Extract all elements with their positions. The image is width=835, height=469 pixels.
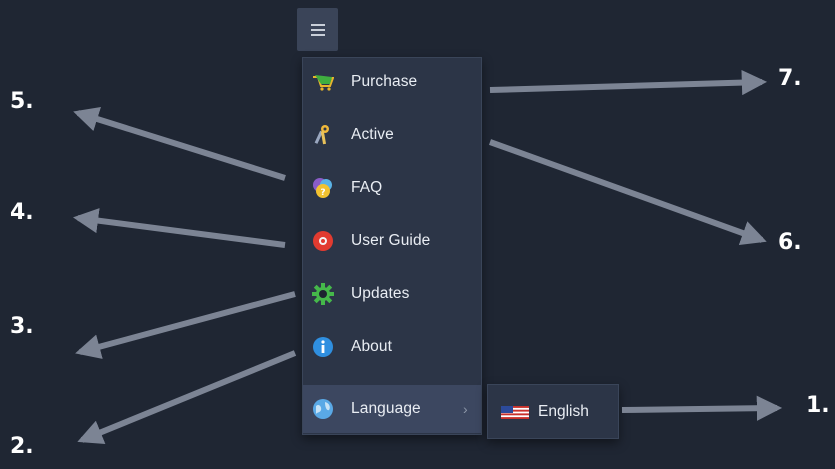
arrow-1 xyxy=(621,395,783,421)
callout-number-2: 2. xyxy=(10,434,34,459)
arrow-4 xyxy=(73,208,286,248)
arrow-5 xyxy=(73,107,286,181)
callout-number-4: 4. xyxy=(10,200,34,225)
callout-number-3: 3. xyxy=(10,314,34,339)
callout-number-6: 6. xyxy=(778,230,802,255)
arrow-6 xyxy=(488,139,767,246)
callout-number-1: 1. xyxy=(806,393,830,418)
arrow-2 xyxy=(77,350,297,445)
callout-arrows xyxy=(73,69,783,445)
callout-number-5: 5. xyxy=(10,89,34,114)
callout-number-7: 7. xyxy=(778,66,802,91)
arrow-7 xyxy=(489,69,768,96)
arrow-3 xyxy=(75,291,296,359)
